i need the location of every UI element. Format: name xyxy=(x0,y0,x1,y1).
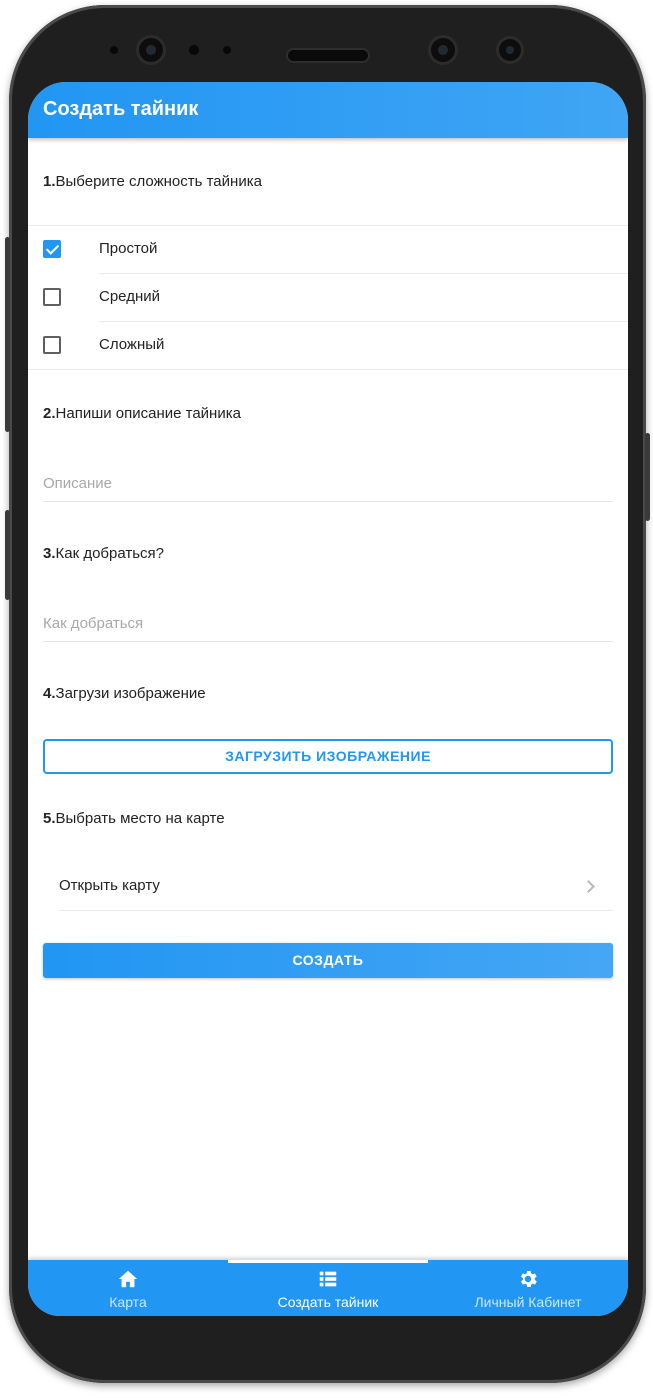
checkbox-icon[interactable] xyxy=(43,336,61,354)
earpiece-speaker xyxy=(288,50,368,61)
section-number: 1. xyxy=(43,173,56,190)
section-number: 5. xyxy=(43,810,56,827)
tab-personal-account[interactable]: Личный Кабинет xyxy=(428,1260,628,1316)
section-text: Как добраться? xyxy=(55,545,165,562)
section-title-image: 4.Загрузи изображение xyxy=(43,685,206,702)
difficulty-option-simple[interactable]: Простой xyxy=(28,226,628,274)
upload-image-button[interactable]: ЗАГРУЗИТЬ ИЗОБРАЖЕНИЕ xyxy=(43,739,613,774)
power-button-left xyxy=(5,510,10,600)
volume-button xyxy=(5,237,10,432)
bottom-tab-bar: Карта Создать тайник Личный Кабинет xyxy=(28,1260,628,1316)
difficulty-label-hard: Сложный xyxy=(99,336,165,353)
checkbox-checked-icon[interactable] xyxy=(43,240,61,258)
directions-input[interactable] xyxy=(43,605,613,642)
section-text: Выберите сложность тайника xyxy=(55,173,262,190)
difficulty-option-medium[interactable]: Средний xyxy=(28,274,628,322)
side-button-right xyxy=(645,433,650,521)
home-icon xyxy=(118,1270,138,1288)
front-camera xyxy=(139,38,163,62)
sensor-dot xyxy=(110,46,118,54)
difficulty-option-hard[interactable]: Сложный xyxy=(28,322,628,370)
chevron-right-icon xyxy=(582,880,595,893)
page-title: Создать тайник xyxy=(43,98,199,120)
section-title-directions: 3.Как добраться? xyxy=(43,545,164,562)
section-number: 3. xyxy=(43,545,56,562)
tab-label-create: Создать тайник xyxy=(277,1294,379,1310)
description-input[interactable] xyxy=(43,465,613,502)
front-camera-2 xyxy=(431,38,455,62)
tab-map[interactable]: Карта xyxy=(28,1260,228,1316)
open-map-label: Открыть карту xyxy=(59,877,160,894)
app-bar: Создать тайник xyxy=(28,82,628,138)
section-number: 4. xyxy=(43,685,56,702)
tab-label-account: Личный Кабинет xyxy=(474,1294,582,1310)
gear-icon xyxy=(521,1271,537,1287)
difficulty-label-medium: Средний xyxy=(99,288,160,305)
front-camera-3 xyxy=(499,39,521,61)
list-icon xyxy=(319,1271,337,1287)
tab-create-cache[interactable]: Создать тайник xyxy=(228,1260,428,1316)
sensor-dot-2 xyxy=(189,45,199,55)
open-map-row[interactable]: Открыть карту xyxy=(58,862,613,911)
app-screen: Создать тайник 1.Выберите сложность тайн… xyxy=(28,82,628,1316)
section-title-location: 5.Выбрать место на карте xyxy=(43,810,225,827)
checkbox-icon[interactable] xyxy=(43,288,61,306)
tab-label-map: Карта xyxy=(109,1294,147,1310)
sensor-dot-3 xyxy=(223,46,231,54)
section-text: Загрузи изображение xyxy=(55,685,206,702)
divider xyxy=(28,369,628,370)
section-text: Выбрать место на карте xyxy=(55,810,225,827)
section-number: 2. xyxy=(43,405,56,422)
section-title-description: 2.Напиши описание тайника xyxy=(43,405,241,422)
section-title-difficulty: 1.Выберите сложность тайника xyxy=(43,173,262,190)
difficulty-label-simple: Простой xyxy=(99,240,158,257)
active-tab-indicator xyxy=(228,1260,428,1263)
create-button[interactable]: СОЗДАТЬ xyxy=(43,943,613,978)
section-text: Напиши описание тайника xyxy=(55,405,241,422)
